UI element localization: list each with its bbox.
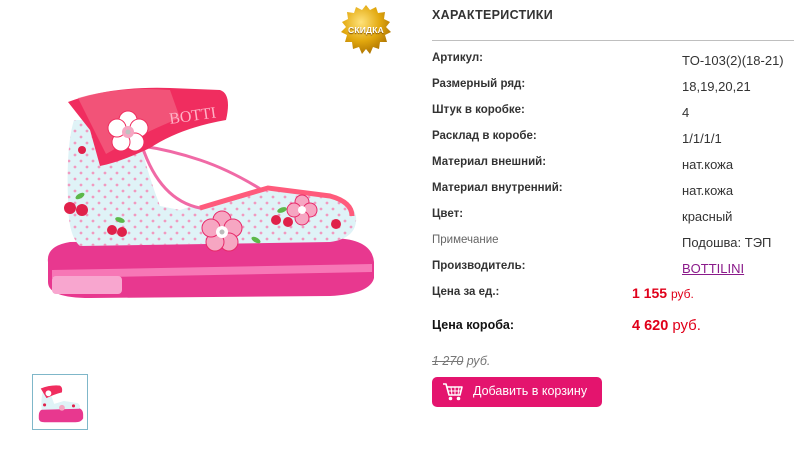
spec-label: Цвет: xyxy=(432,208,464,220)
unit-price-value: 1 155 xyxy=(632,285,668,301)
spec-label: Производитель: xyxy=(432,260,526,272)
spec-value: TO-103(2)(18-21) xyxy=(682,53,784,68)
box-price-label: Цена короба: xyxy=(432,318,515,332)
manufacturer-link[interactable]: BOTTILINI xyxy=(682,261,744,276)
spec-value: Подошва: ТЭП xyxy=(682,235,772,250)
spec-row-pieces-per-box: Штук в коробке: 4 xyxy=(432,104,808,130)
spec-label: Размерный ряд: xyxy=(432,78,526,90)
spec-label: Примечание xyxy=(432,234,499,246)
add-to-cart-button[interactable]: Добавить в корзину xyxy=(432,377,602,407)
spec-label: Материал внешний: xyxy=(432,156,547,168)
spec-row-article: Артикул: TO-103(2)(18-21) xyxy=(432,52,808,78)
shoe-illustration: BOTTI xyxy=(47,87,374,298)
spec-row-color: Цвет: красный xyxy=(432,208,808,234)
add-to-cart-label: Добавить в корзину xyxy=(473,384,588,398)
old-price-currency: руб. xyxy=(466,354,491,368)
old-price: 1 270 руб. xyxy=(432,354,490,368)
spec-value: нат.кожа xyxy=(682,157,734,172)
spec-label: Штук в коробке: xyxy=(432,104,525,116)
spec-value: 4 xyxy=(682,105,690,120)
spec-row-outer-material: Материал внешний: нат.кожа xyxy=(432,156,808,182)
spec-row-note: Примечание Подошва: ТЭП xyxy=(432,234,808,260)
spec-label: Материал внутренний: xyxy=(432,182,563,194)
product-thumbnail[interactable] xyxy=(32,374,88,430)
spec-row-inner-material: Материал внутренний: нат.кожа xyxy=(432,182,808,208)
spec-label: Артикул: xyxy=(432,52,484,64)
spec-value: 1/1/1/1 xyxy=(682,131,722,146)
specs-title: ХАРАКТЕРИСТИКИ xyxy=(432,8,554,22)
sale-badge: СКИДКА xyxy=(340,4,392,56)
box-price-value: 4 620 xyxy=(632,318,669,334)
spec-value: нат.кожа xyxy=(682,183,734,198)
unit-price-currency: руб. xyxy=(670,287,694,301)
spec-value: красный xyxy=(682,209,733,224)
spec-label: Расклад в коробе: xyxy=(432,130,537,142)
specs-divider xyxy=(432,40,794,41)
spec-value: 18,19,20,21 xyxy=(682,79,751,94)
unit-price-label: Цена за ед.: xyxy=(432,286,500,298)
old-price-value: 1 270 xyxy=(432,354,464,368)
unit-price: 1 155 руб. xyxy=(632,285,694,301)
spec-row-box-layout: Расклад в коробе: 1/1/1/1 xyxy=(432,130,808,156)
sale-badge-label: СКИДКА xyxy=(347,25,385,35)
shopping-cart-icon xyxy=(443,383,463,401)
spec-row-manufacturer: Производитель: BOTTILINI xyxy=(432,260,808,286)
box-price-currency: руб. xyxy=(672,317,701,334)
spec-row-size-range: Размерный ряд: 18,19,20,21 xyxy=(432,78,808,104)
box-price: 4 620 руб. xyxy=(632,317,701,334)
thumbnail-image xyxy=(38,385,84,423)
product-image[interactable]: BOTTI xyxy=(30,50,382,322)
